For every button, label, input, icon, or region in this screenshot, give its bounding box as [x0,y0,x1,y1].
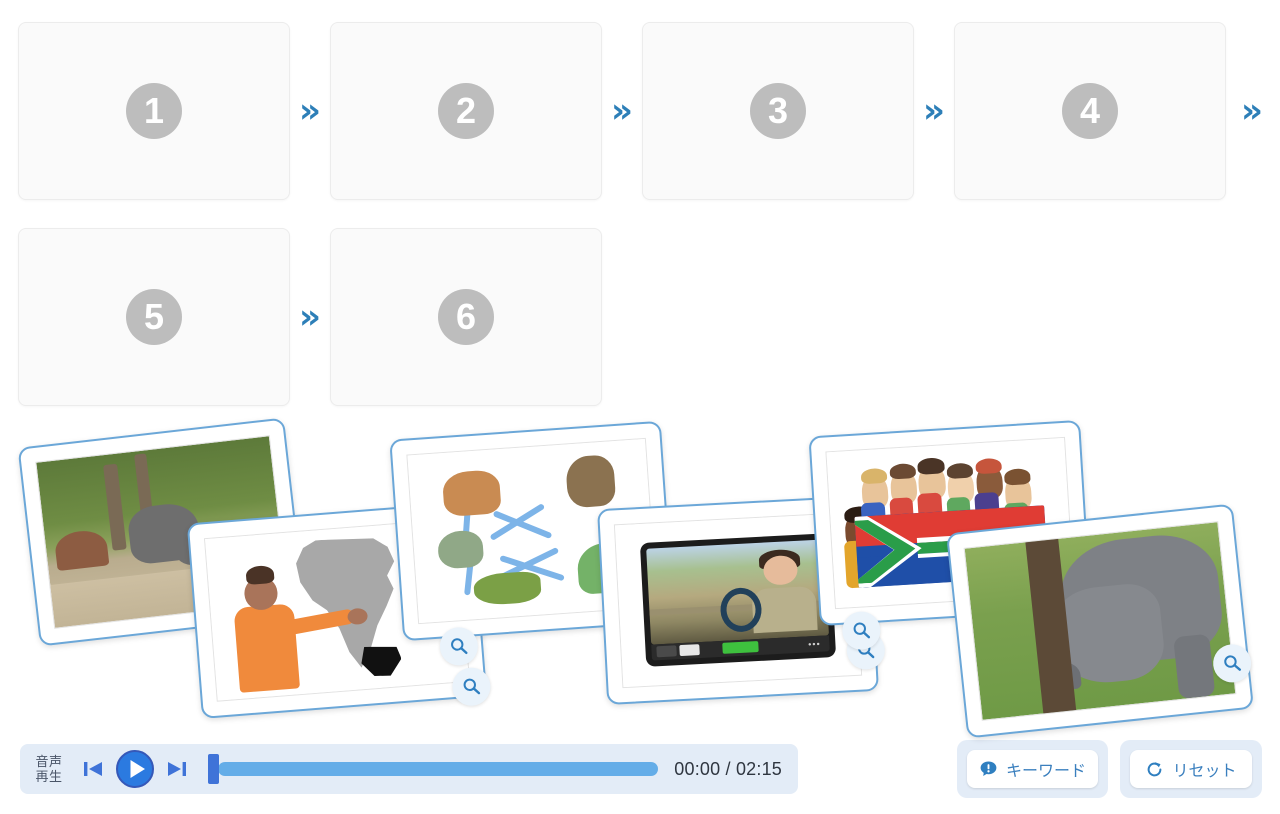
drop-slot-1[interactable]: 1 [18,22,290,200]
action-buttons: キーワード リセット [956,740,1262,798]
drop-slot-4[interactable]: 4 [954,22,1226,200]
audio-player: 音声 再生 00:00 / 02:15 [20,744,798,794]
card-zoom-button[interactable] [450,666,492,708]
card-rhino[interactable] [946,503,1254,739]
sequence-slot-area: 1 » 2 » 3 » 4 » 5 » 6 [0,0,1280,418]
share-screen-icon [722,641,759,654]
activity-page: 1 » 2 » 3 » 4 » 5 » 6 ••• 音声 再生 00:00 / … [0,0,1280,814]
slot-number-badge: 5 [126,289,182,345]
sequence-arrow-icon: » [299,91,321,131]
drop-slot-3[interactable]: 3 [642,22,914,200]
video-frame [646,539,830,645]
progress-bar [218,762,659,776]
slot-number-badge: 1 [126,83,182,139]
reset-button-wrap: リセット [1120,740,1262,798]
refresh-icon [1148,761,1162,776]
tablet-device: ••• [639,533,837,667]
sequence-arrow-icon: » [1241,91,1263,131]
card-image [963,521,1237,721]
skip-next-icon [168,762,186,776]
reset-button[interactable]: リセット [1130,750,1252,788]
slot-number-badge: 6 [438,289,494,345]
sequence-arrow-icon: » [299,297,321,337]
alert-bubble-icon [980,761,997,776]
keyword-button[interactable]: キーワード [966,750,1098,788]
slot-number-badge: 3 [750,83,806,139]
card-tray: ••• [0,417,1280,739]
skip-previous-icon [84,762,102,776]
sequence-arrow-icon: » [611,91,633,131]
sequence-row-1: 1 » 2 » 3 » 4 » [18,16,1280,206]
magnifier-icon [463,678,481,695]
drop-slot-2[interactable]: 2 [330,22,602,200]
progress-slider[interactable] [208,754,659,784]
keyword-button-label: キーワード [1005,763,1086,780]
play-icon [116,750,154,788]
rhino-illustration [964,522,1236,721]
camera-icon [679,644,700,657]
audio-player-label-line1: 音声 [35,754,63,769]
audio-player-label: 音声 再生 [32,754,66,784]
previous-button[interactable] [78,754,108,784]
footer-toolbar: 音声 再生 00:00 / 02:15 キーワード リセット [0,740,1280,814]
play-button[interactable] [114,748,156,790]
next-button[interactable] [162,754,192,784]
drop-slot-5[interactable]: 5 [18,228,290,406]
microphone-icon [656,645,677,658]
magnifier-icon [451,638,468,655]
audio-player-label-line2: 再生 [35,769,63,784]
drop-slot-6[interactable]: 6 [330,228,602,406]
keyword-button-wrap: キーワード [956,740,1108,798]
sequence-arrow-icon: » [923,91,945,131]
slot-number-badge: 4 [1062,83,1118,139]
sequence-row-2: 5 » 6 [18,222,1280,412]
magnifier-icon [853,622,871,639]
more-options-icon: ••• [807,638,821,650]
timecode-display: 00:00 / 02:15 [674,758,782,779]
magnifier-icon [1224,655,1242,671]
reset-button-label: リセット [1172,763,1237,780]
slot-number-badge: 2 [438,83,494,139]
progress-handle[interactable] [208,754,219,784]
